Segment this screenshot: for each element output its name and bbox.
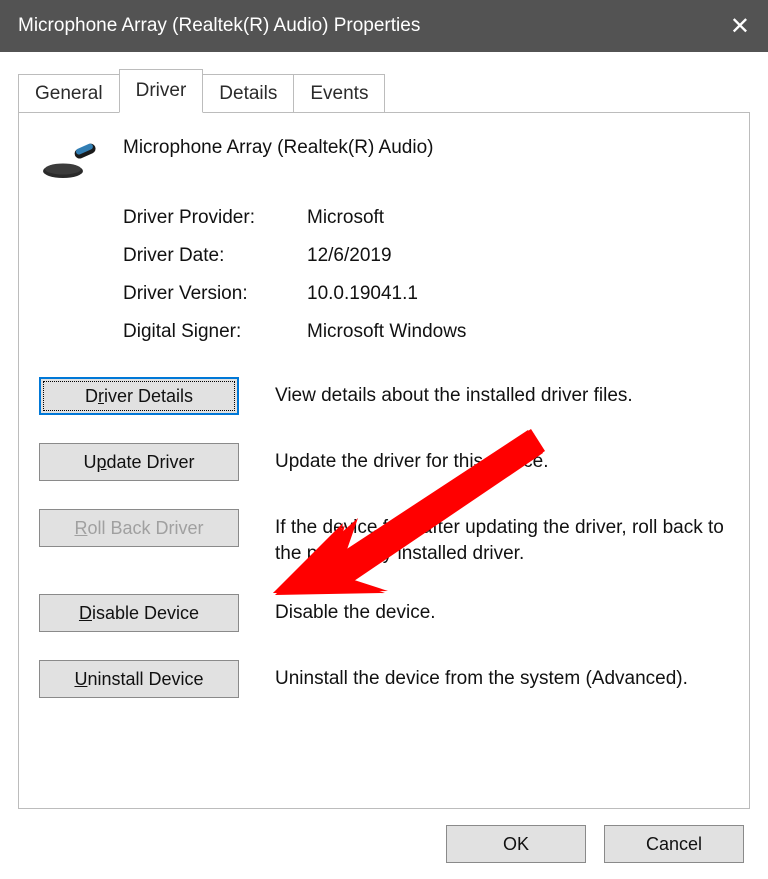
action-row-rollback: Roll Back Driver If the device fails aft…: [39, 509, 729, 566]
driver-details-desc: View details about the installed driver …: [275, 377, 729, 409]
close-icon[interactable]: ✕: [730, 12, 750, 41]
driver-details-button[interactable]: Driver Details: [39, 377, 239, 415]
btn-text-post: ninstall Device: [87, 669, 203, 690]
device-name-label: Microphone Array (Realtek(R) Audio): [123, 133, 433, 159]
tab-driver[interactable]: Driver: [119, 69, 204, 113]
info-row-date: Driver Date: 12/6/2019: [123, 245, 729, 267]
annotation-arrow-icon: [273, 383, 553, 613]
update-driver-button[interactable]: Update Driver: [39, 443, 239, 481]
disable-device-desc: Disable the device.: [275, 594, 729, 626]
disable-device-button[interactable]: Disable Device: [39, 594, 239, 632]
btn-text-mn: U: [74, 669, 87, 690]
update-driver-desc: Update the driver for this device.: [275, 443, 729, 475]
action-row-details: Driver Details View details about the in…: [39, 377, 729, 415]
uninstall-device-button[interactable]: Uninstall Device: [39, 660, 239, 698]
action-row-disable: Disable Device Disable the device.: [39, 594, 729, 632]
driver-info-block: Driver Provider: Microsoft Driver Date: …: [123, 207, 729, 343]
driver-provider-value: Microsoft: [307, 207, 729, 229]
dialog-footer: OK Cancel: [0, 809, 768, 879]
window-titlebar: Microphone Array (Realtek(R) Audio) Prop…: [0, 0, 768, 52]
driver-version-label: Driver Version:: [123, 283, 307, 305]
btn-text-post: isable Device: [92, 603, 199, 624]
btn-text-post: iver Details: [104, 386, 193, 407]
microphone-device-icon: [43, 137, 99, 179]
roll-back-driver-desc: If the device fails after updating the d…: [275, 509, 729, 566]
btn-text-post: date Driver: [106, 452, 194, 473]
action-row-update: Update Driver Update the driver for this…: [39, 443, 729, 481]
info-row-provider: Driver Provider: Microsoft: [123, 207, 729, 229]
digital-signer-value: Microsoft Windows: [307, 321, 729, 343]
tabstrip: General Driver Details Events: [0, 52, 768, 112]
tab-events[interactable]: Events: [293, 74, 385, 113]
btn-text-post: oll Back Driver: [87, 518, 203, 539]
driver-version-value: 10.0.19041.1: [307, 283, 729, 305]
driver-date-label: Driver Date:: [123, 245, 307, 267]
tab-details[interactable]: Details: [202, 74, 294, 113]
uninstall-device-desc: Uninstall the device from the system (Ad…: [275, 660, 729, 692]
btn-text-mn: D: [79, 603, 92, 624]
info-row-version: Driver Version: 10.0.19041.1: [123, 283, 729, 305]
properties-window: Microphone Array (Realtek(R) Audio) Prop…: [0, 0, 768, 879]
action-row-uninstall: Uninstall Device Uninstall the device fr…: [39, 660, 729, 698]
driver-provider-label: Driver Provider:: [123, 207, 307, 229]
info-row-signer: Digital Signer: Microsoft Windows: [123, 321, 729, 343]
window-title: Microphone Array (Realtek(R) Audio) Prop…: [18, 15, 420, 37]
btn-text-mn: p: [96, 452, 106, 473]
tab-general[interactable]: General: [18, 74, 120, 113]
btn-text-pre: D: [85, 386, 98, 407]
driver-date-value: 12/6/2019: [307, 245, 729, 267]
tab-panel-driver: Microphone Array (Realtek(R) Audio) Driv…: [18, 112, 750, 809]
btn-text-mn: R: [74, 518, 87, 539]
ok-button[interactable]: OK: [446, 825, 586, 863]
device-header: Microphone Array (Realtek(R) Audio): [39, 133, 729, 179]
btn-text-pre: U: [83, 452, 96, 473]
digital-signer-label: Digital Signer:: [123, 321, 307, 343]
cancel-button[interactable]: Cancel: [604, 825, 744, 863]
roll-back-driver-button: Roll Back Driver: [39, 509, 239, 547]
